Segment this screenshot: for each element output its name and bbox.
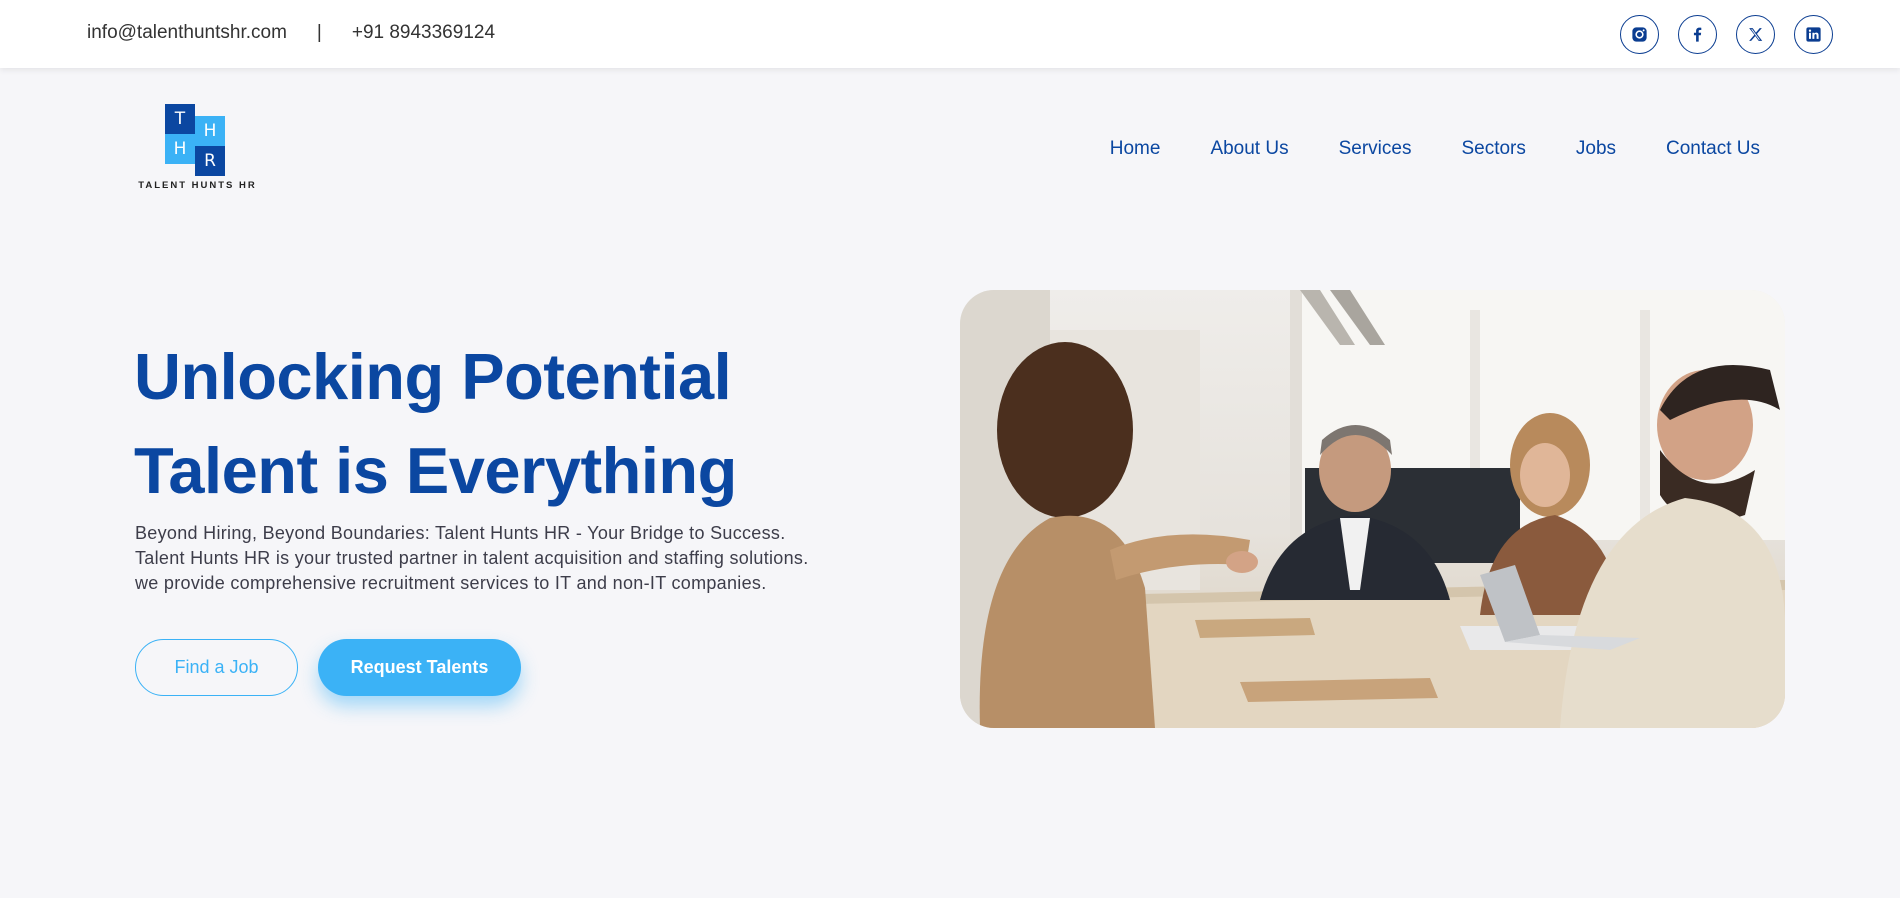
hero-title-line-2: Talent is Everything — [134, 434, 737, 507]
nav-jobs[interactable]: Jobs — [1576, 138, 1616, 160]
email-link[interactable]: info@talenthuntshr.com — [87, 22, 287, 44]
nav-sectors[interactable]: Sectors — [1461, 138, 1525, 160]
meeting-photo — [960, 290, 1785, 728]
hero-title: Unlocking Potential Talent is Everything — [134, 330, 737, 518]
instagram-icon[interactable] — [1620, 15, 1659, 54]
nav-services[interactable]: Services — [1339, 138, 1412, 160]
hero-image — [960, 290, 1785, 728]
logo-text: TALENT HUNTS HR — [138, 180, 257, 191]
linkedin-icon[interactable] — [1794, 15, 1833, 54]
brand-logo[interactable]: T H H R TALENT HUNTS HR — [135, 100, 260, 192]
nav-home[interactable]: Home — [1110, 138, 1161, 160]
top-bar: info@talenthuntshr.com | +91 8943369124 — [0, 0, 1900, 68]
logo-letter: H — [165, 134, 195, 164]
nav-about-us[interactable]: About Us — [1210, 138, 1288, 160]
request-talents-button[interactable]: Request Talents — [318, 639, 521, 696]
x-icon[interactable] — [1736, 15, 1775, 54]
logo-letter: R — [195, 146, 225, 176]
logo-mark: T H H R — [165, 104, 229, 176]
social-links — [1620, 15, 1833, 54]
find-job-button[interactable]: Find a Job — [135, 639, 298, 696]
hero-description: Beyond Hiring, Beyond Boundaries: Talent… — [135, 523, 809, 593]
phone-link[interactable]: +91 8943369124 — [352, 22, 495, 44]
contact-info: info@talenthuntshr.com | +91 8943369124 — [87, 22, 495, 44]
nav-contact-us[interactable]: Contact Us — [1666, 138, 1760, 160]
logo-letter: T — [165, 104, 195, 134]
facebook-icon[interactable] — [1678, 15, 1717, 54]
contact-separator: | — [316, 22, 322, 43]
main-nav: Home About Us Services Sectors Jobs Cont… — [1110, 138, 1760, 160]
logo-letter: H — [195, 116, 225, 146]
hero-title-line-1: Unlocking Potential — [134, 340, 732, 413]
